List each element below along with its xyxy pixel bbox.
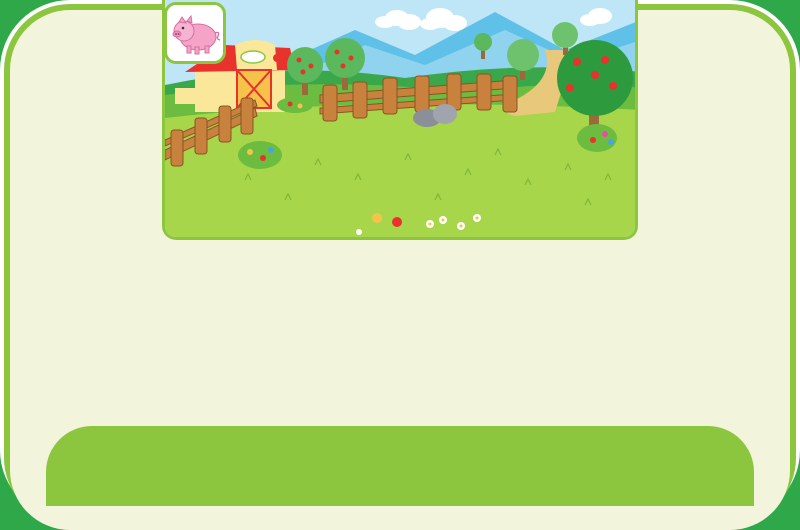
flower-bush bbox=[277, 97, 313, 113]
barn-sign bbox=[240, 50, 266, 64]
selected-animal-badge[interactable] bbox=[164, 2, 226, 64]
flower-bush bbox=[577, 124, 617, 152]
bottom-tray bbox=[46, 426, 754, 506]
flower-bush bbox=[238, 141, 282, 169]
farm-scene[interactable] bbox=[162, 0, 638, 240]
pig-icon bbox=[172, 14, 221, 55]
